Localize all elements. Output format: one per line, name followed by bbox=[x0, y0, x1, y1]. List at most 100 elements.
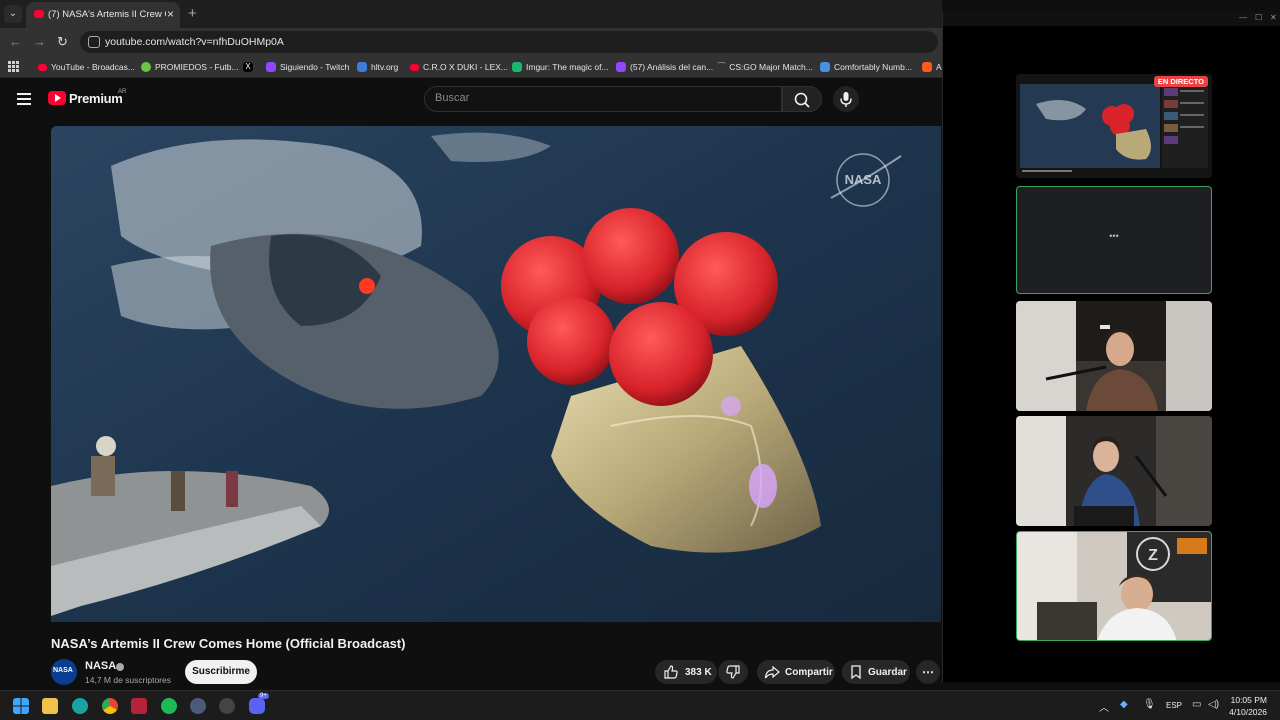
channel-name[interactable]: NASA bbox=[85, 660, 116, 672]
bookmark-label: Comfortably Numb... bbox=[834, 62, 912, 72]
app-icon[interactable] bbox=[131, 698, 147, 714]
network-icon[interactable]: ▭ bbox=[1192, 699, 1201, 710]
camera-feed: Z bbox=[1017, 532, 1211, 640]
bookmark-label: C.R.O X DUKI - LEX... bbox=[423, 62, 509, 72]
share-icon bbox=[764, 665, 780, 679]
share-button[interactable]: Compartir bbox=[757, 660, 835, 684]
twitch-icon bbox=[616, 62, 626, 72]
like-count: 383 K bbox=[685, 666, 712, 678]
country-code: AR bbox=[118, 89, 127, 95]
windows-taskbar: 9+ ︿ ◆ 🎙 ESP ▭ ◁) 10:05 PM 4/10/2026 bbox=[0, 690, 1280, 720]
bookmark-item[interactable]: C.R.O X DUKI - LEX... bbox=[410, 60, 508, 74]
chevron-up-icon[interactable]: ︿ bbox=[1099, 699, 1109, 714]
browser-toolbar: ← → ↻ youtube.com/watch?v=nfhDuOHMp0A bbox=[0, 28, 942, 56]
bookmarks-bar: YouTube - Broadcas... PROMIEDOS - Futb..… bbox=[0, 56, 942, 78]
stream-tile[interactable]: EN DIRECTO bbox=[1016, 74, 1212, 178]
youtube-favicon-icon bbox=[34, 10, 44, 18]
youtube-icon bbox=[38, 63, 47, 71]
video-player[interactable]: NASA bbox=[51, 126, 941, 622]
bookmark-item[interactable]: YouTube - Broadcas... bbox=[38, 60, 135, 74]
minimize-icon[interactable]: — bbox=[1239, 13, 1247, 22]
bookmark-item[interactable]: A bbox=[922, 60, 942, 74]
reload-icon[interactable]: ↻ bbox=[57, 34, 68, 50]
back-icon[interactable]: ← bbox=[9, 34, 22, 49]
microphone-icon[interactable]: 🎙 bbox=[1143, 699, 1156, 710]
participant-camera-tile-speaking[interactable]: Z bbox=[1016, 531, 1212, 641]
bookmark-label: YouTube - Broadcas... bbox=[51, 62, 135, 72]
share-label: Compartir bbox=[785, 666, 833, 678]
spotify-icon[interactable] bbox=[161, 698, 177, 714]
bookmark-item[interactable]: Siguiendo - Twitch bbox=[266, 60, 349, 74]
bookmark-label: Imgur: The magic of... bbox=[526, 62, 609, 72]
bookmark-item[interactable]: Comfortably Numb... bbox=[820, 60, 912, 74]
search-input[interactable] bbox=[435, 92, 765, 104]
hamburger-menu-icon[interactable] bbox=[17, 93, 31, 105]
forward-icon[interactable]: → bbox=[33, 34, 46, 49]
twitch-icon bbox=[266, 62, 276, 72]
apps-grid-icon[interactable] bbox=[8, 61, 19, 72]
bookmark-label: PROMIEDOS - Futb... bbox=[155, 62, 239, 72]
tab-title: (7) NASA's Artemis II Crew Com bbox=[48, 9, 166, 20]
clock-time[interactable]: 10:05 PM bbox=[1231, 695, 1267, 705]
dislike-button[interactable] bbox=[718, 660, 748, 684]
language-indicator[interactable]: ESP bbox=[1166, 701, 1182, 710]
bookmark-label: (57) Análisis del can... bbox=[630, 62, 714, 72]
search-button[interactable] bbox=[782, 86, 822, 112]
bookmark-item[interactable]: ⁀ CS:GO Major Match... bbox=[718, 60, 813, 74]
edge-icon[interactable] bbox=[72, 698, 88, 714]
save-button[interactable]: Guardar bbox=[842, 660, 910, 684]
save-label: Guardar bbox=[868, 666, 907, 678]
popout-titlebar[interactable]: — ☐ ✕ bbox=[943, 12, 1280, 26]
clock-date[interactable]: 4/10/2026 bbox=[1229, 707, 1267, 717]
bookmark-page-icon bbox=[820, 62, 830, 72]
bookmark-item[interactable]: Imgur: The magic of... bbox=[512, 60, 609, 74]
app-icon[interactable] bbox=[190, 698, 206, 714]
new-tab-icon[interactable]: + bbox=[188, 5, 197, 22]
bookmark-label: hltv.org bbox=[371, 62, 399, 72]
avatar-label: NASA bbox=[53, 667, 73, 674]
chrome-icon[interactable] bbox=[102, 698, 118, 714]
discord-icon[interactable] bbox=[249, 698, 265, 714]
participant-camera-tile[interactable] bbox=[1016, 416, 1212, 526]
close-window-icon[interactable]: ✕ bbox=[1270, 13, 1277, 22]
more-icon: ⋯ bbox=[922, 665, 934, 679]
verified-icon bbox=[116, 663, 124, 671]
steam-tray-icon[interactable]: ◆ bbox=[1120, 699, 1128, 710]
x-icon: X bbox=[243, 62, 253, 72]
address-bar[interactable]: youtube.com/watch?v=nfhDuOHMp0A bbox=[80, 31, 938, 53]
bookmark-item[interactable]: hltv.org bbox=[357, 60, 398, 74]
bookmark-page-icon bbox=[922, 62, 932, 72]
subscribe-button[interactable]: Suscribirme bbox=[185, 660, 257, 684]
bookmark-item[interactable]: (57) Análisis del can... bbox=[616, 60, 713, 74]
search-icon bbox=[794, 92, 810, 108]
participant-tile-loading[interactable]: ••• bbox=[1016, 186, 1212, 294]
search-box[interactable] bbox=[424, 86, 782, 112]
more-actions-button[interactable]: ⋯ bbox=[916, 660, 940, 684]
thumbs-up-icon bbox=[664, 665, 678, 679]
tab-close-icon[interactable]: × bbox=[167, 7, 174, 21]
bookmark-item[interactable]: PROMIEDOS - Futb... bbox=[141, 60, 239, 74]
voice-search-button[interactable] bbox=[833, 86, 859, 112]
steam-icon[interactable] bbox=[219, 698, 235, 714]
bookmark-label: A bbox=[936, 62, 942, 72]
volume-icon[interactable]: ◁) bbox=[1208, 699, 1219, 710]
windows-start-icon[interactable] bbox=[13, 698, 29, 714]
imgur-icon bbox=[512, 62, 522, 72]
video-title: NASA’s Artemis II Crew Comes Home (Offic… bbox=[51, 636, 406, 651]
file-explorer-icon[interactable] bbox=[42, 698, 58, 714]
site-info-icon[interactable] bbox=[88, 36, 100, 48]
youtube-logo-icon[interactable] bbox=[48, 91, 66, 105]
video-frame: NASA bbox=[51, 126, 941, 622]
browser-tab-active[interactable]: (7) NASA's Artemis II Crew Com × bbox=[26, 2, 180, 28]
link-icon: ⁀ bbox=[718, 61, 726, 72]
premium-logo-text[interactable]: Premium bbox=[69, 91, 123, 106]
channel-avatar[interactable]: NASA bbox=[51, 659, 77, 685]
browser-tab-strip: ⌄ (7) NASA's Artemis II Crew Com × + bbox=[0, 0, 942, 28]
tab-search-button[interactable]: ⌄ bbox=[4, 5, 22, 23]
like-button[interactable]: 383 K bbox=[655, 660, 717, 684]
bookmark-item[interactable]: X bbox=[243, 60, 253, 74]
bookmark-icon bbox=[851, 665, 861, 680]
maximize-icon[interactable]: ☐ bbox=[1255, 13, 1262, 22]
microphone-icon bbox=[840, 92, 852, 107]
participant-camera-tile[interactable] bbox=[1016, 301, 1212, 411]
